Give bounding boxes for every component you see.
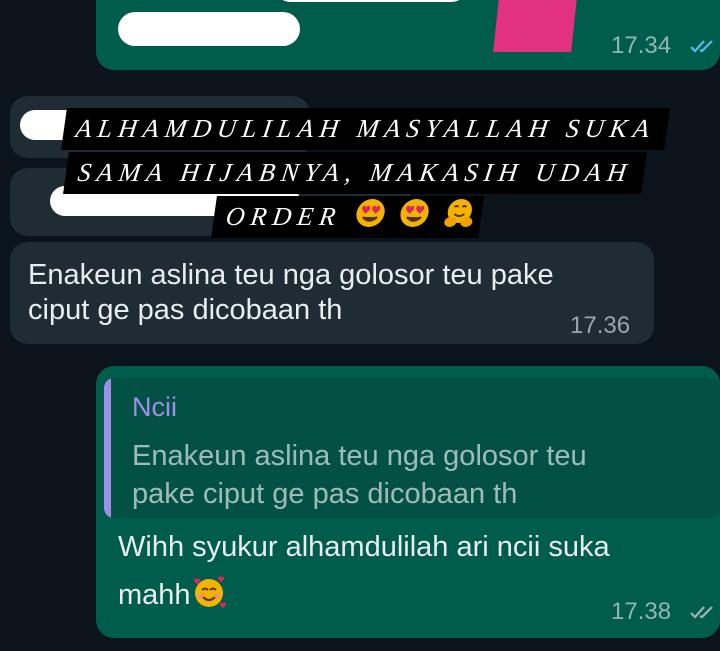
message-text-line-2-text: mahh — [118, 579, 191, 612]
caption-line-3-text: ORDER — [224, 202, 344, 231]
image-thumbnail[interactable] — [493, 0, 581, 52]
message-time: 17.34 — [611, 32, 672, 59]
quoted-text-line-1: Enakeun aslina teu nga golosor teu — [132, 440, 587, 472]
double-check-icon — [690, 606, 713, 619]
smiling-face-with-hearts-emoji — [191, 574, 227, 619]
quoted-text-line-2: pake ciput ge pas dicobaan th — [132, 478, 518, 510]
message-bubble-outgoing-1[interactable]: 17.34 — [96, 0, 720, 70]
caption-line-2: SAMA HIJABNYA, MAKASIH UDAH — [63, 152, 647, 194]
redaction-mark — [276, 0, 466, 2]
message-bubble-incoming[interactable]: Enakeun aslina teu nga golosor teu pake … — [10, 242, 654, 344]
quote-accent-bar — [104, 378, 111, 518]
message-bubble-outgoing-reply[interactable]: Ncii Enakeun aslina teu nga golosor teu … — [96, 366, 720, 638]
caption-line-3: ORDER — [211, 196, 484, 238]
double-check-icon — [690, 40, 713, 53]
message-text-line-2: mahh — [118, 574, 227, 619]
redaction-mark — [118, 12, 300, 46]
message-text-line-1: Enakeun aslina teu nga golosor teu pake — [28, 259, 554, 291]
message-time: 17.38 — [611, 598, 672, 625]
message-text-line-2: ciput ge pas dicobaan th — [28, 294, 343, 326]
caption-line-1: ALHAMDULILAH MASYALLAH SUKA — [61, 108, 671, 150]
message-time: 17.36 — [570, 312, 631, 339]
heart-eyes-emoji — [350, 197, 388, 242]
hugging-face-emoji — [439, 197, 477, 242]
heart-eyes-emoji — [395, 197, 433, 242]
quoted-author: Ncii — [132, 392, 177, 422]
quoted-message[interactable]: Ncii Enakeun aslina teu nga golosor teu … — [104, 378, 720, 518]
message-text-line-1: Wihh syukur alhamdulilah ari ncii suka — [118, 531, 610, 563]
